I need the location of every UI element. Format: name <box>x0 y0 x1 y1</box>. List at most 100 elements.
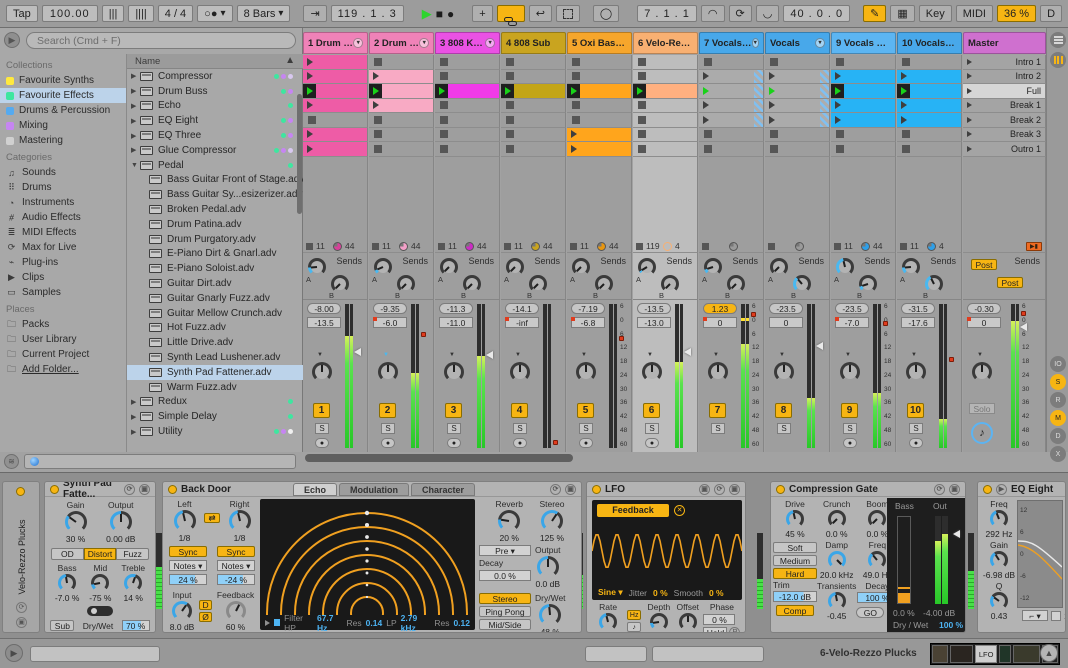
clip-stop-button[interactable] <box>636 242 643 250</box>
scene-row[interactable]: Intro 1 <box>963 55 1046 70</box>
device-title[interactable]: LFO <box>605 484 625 495</box>
comp-button[interactable]: Comp <box>776 605 814 616</box>
send-a-knob[interactable] <box>704 258 722 276</box>
clip-play-icon[interactable] <box>435 84 448 98</box>
send-a-knob[interactable] <box>770 258 788 276</box>
sub-button[interactable]: Sub <box>50 620 75 631</box>
clip-play-icon[interactable] <box>897 70 910 84</box>
track-header[interactable]: 10 Vocals Slice <box>897 32 962 54</box>
clip-stop-button[interactable] <box>836 57 844 66</box>
solo-button[interactable]: S <box>447 423 461 434</box>
sync-right-button[interactable]: Sync <box>217 546 255 557</box>
show-sends-toggle[interactable]: S <box>1050 374 1066 390</box>
hot-swap-icon[interactable]: ⟳ <box>934 483 945 495</box>
loop-icon[interactable]: ⟳ <box>728 5 752 22</box>
track-activator-button[interactable]: 3 <box>445 403 462 418</box>
clip[interactable] <box>369 98 433 112</box>
clip[interactable] <box>699 84 763 98</box>
pedal-mode-fuzz[interactable]: Fuzz <box>116 548 150 560</box>
volume-value[interactable]: -13.5 <box>307 317 341 328</box>
track-activator-button[interactable]: 7 <box>709 403 726 418</box>
clip-slot[interactable] <box>435 98 500 113</box>
clip-slot[interactable] <box>765 113 830 128</box>
clip-slot[interactable] <box>303 84 368 99</box>
show-mixer-toggle[interactable]: M <box>1050 410 1066 426</box>
volume-value[interactable]: 0 <box>703 317 737 328</box>
decay-value[interactable]: 0.0 % <box>479 570 531 581</box>
loop-start-field[interactable]: 7 . 1 . 1 <box>637 5 697 22</box>
track-activator-button[interactable]: 2 <box>379 403 396 418</box>
treble-knob[interactable] <box>124 574 143 592</box>
session-horizontal-scrollbar[interactable] <box>305 454 573 462</box>
tap-tempo-button[interactable]: Tap <box>6 5 38 22</box>
clip-play-icon[interactable] <box>831 84 844 98</box>
clip-slot[interactable] <box>831 127 896 142</box>
peak-level-value[interactable]: -8.00 <box>307 303 341 314</box>
clip-stop-button[interactable] <box>900 242 907 250</box>
clip-stop-button[interactable] <box>504 242 511 250</box>
right-time-knob[interactable] <box>228 510 251 532</box>
device-title[interactable]: Synth Pad Fatte... <box>63 482 120 500</box>
volume-value[interactable]: -13.0 <box>637 317 671 328</box>
clip-slot[interactable] <box>765 98 830 113</box>
output-knob[interactable] <box>109 511 132 533</box>
volume-fader-handle[interactable] <box>816 342 823 351</box>
clip-slot[interactable] <box>897 127 962 142</box>
clip-stop-button[interactable] <box>638 101 646 110</box>
clip-stop-button[interactable] <box>704 144 712 153</box>
clip-stop-button[interactable] <box>374 144 382 153</box>
track-header[interactable]: 4 808 Sub <box>501 32 566 54</box>
clip-play-icon[interactable] <box>765 113 778 127</box>
offset-knob[interactable] <box>678 613 697 631</box>
clip-slot[interactable] <box>633 55 698 70</box>
clip-slot[interactable] <box>435 113 500 128</box>
clip-play-icon[interactable] <box>303 142 316 156</box>
track-activator-button[interactable]: 1 <box>313 403 330 418</box>
pan-knob[interactable] <box>312 362 332 382</box>
nudge-down-icon[interactable]: ||| <box>101 5 125 22</box>
chain-slot[interactable] <box>652 646 764 662</box>
pan-knob[interactable] <box>840 362 860 382</box>
clip-slot[interactable] <box>567 69 632 84</box>
pan-knob[interactable] <box>774 362 794 382</box>
volume-fader-handle[interactable] <box>1020 322 1027 331</box>
arm-button[interactable]: ● <box>447 438 461 448</box>
clip-slot[interactable] <box>567 98 632 113</box>
volume-value[interactable]: -17.6 <box>901 317 935 328</box>
clip-slot[interactable] <box>897 69 962 84</box>
eq-freq-knob[interactable] <box>990 510 1008 528</box>
volume-fader-handle[interactable] <box>354 348 361 356</box>
clip-slot[interactable] <box>501 127 566 142</box>
clip-slot[interactable] <box>435 69 500 84</box>
clip-stop-button[interactable] <box>440 144 448 153</box>
clip[interactable] <box>567 142 631 156</box>
follow-icon[interactable]: ⇥ <box>303 5 327 22</box>
smooth-value[interactable]: 0 % <box>709 588 724 598</box>
draw-mode-icon[interactable]: ✎ <box>863 5 887 22</box>
scene-row[interactable]: Break 3 <box>963 127 1046 142</box>
clip[interactable] <box>369 69 433 83</box>
clip-play-icon[interactable] <box>897 99 910 113</box>
metronome-button[interactable]: ○● ▾ <box>197 5 233 22</box>
clip-slot[interactable] <box>501 98 566 113</box>
clip-slot[interactable] <box>765 69 830 84</box>
play-button[interactable]: ▶ <box>422 6 432 22</box>
clip-slot[interactable] <box>369 69 434 84</box>
arm-button[interactable]: ● <box>381 438 395 448</box>
lfo-target-button[interactable]: Feedback <box>597 504 669 517</box>
clip-slot[interactable] <box>633 113 698 128</box>
device-on-icon[interactable] <box>168 484 177 494</box>
left-time-knob[interactable] <box>173 510 196 532</box>
go-button[interactable]: GO <box>856 607 885 618</box>
echo-output-knob[interactable] <box>536 556 559 578</box>
clip-slot[interactable] <box>303 142 368 157</box>
cg-out-value[interactable]: -4.00 dB <box>923 608 955 618</box>
scene-row[interactable]: Full <box>963 84 1046 99</box>
device-on-icon[interactable] <box>776 484 785 494</box>
track-activator-button[interactable]: 6 <box>643 403 660 418</box>
info-view-toggle-icon[interactable]: ≋ <box>4 454 19 469</box>
mid-focus-toggle[interactable] <box>87 606 113 616</box>
clip-play-icon[interactable] <box>831 70 844 84</box>
scene-play-icon[interactable] <box>967 116 972 123</box>
back-to-arrangement-icon[interactable]: ↩ <box>528 5 552 22</box>
